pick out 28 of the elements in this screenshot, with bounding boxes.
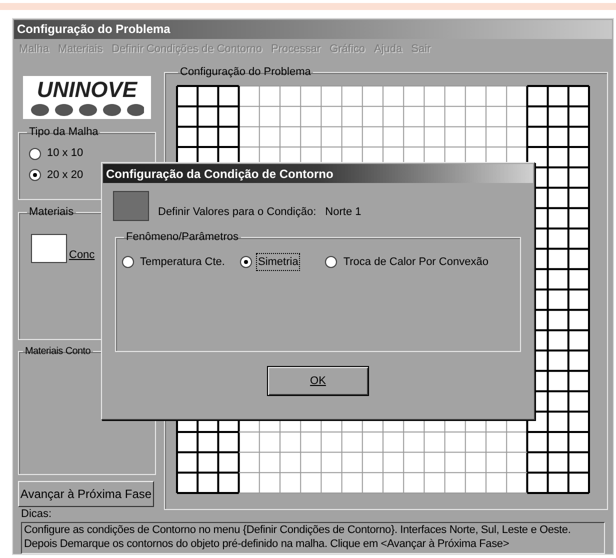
group-title: Fenômeno/Parâmetros bbox=[125, 230, 240, 245]
group-title: Materiais bbox=[28, 204, 75, 220]
hint-text: Depois Demarque os contornos do objeto pré-definido na malha. Clique em <Avançar à Próxima Fase> bbox=[24, 537, 510, 552]
group-title: Materiais Conto bbox=[24, 344, 92, 359]
condition-name: Norte 1 bbox=[325, 204, 362, 220]
radio-button[interactable] bbox=[29, 148, 41, 160]
group-title: Configuração do Problema bbox=[179, 64, 312, 80]
condition-color-swatch bbox=[113, 191, 149, 221]
dots-icon bbox=[30, 104, 144, 116]
radio-option[interactable]: 10 x 10 bbox=[29, 145, 149, 162]
hint-text: Configure as condições de Contorno no menu {Definir Condições de Contorno}. Interfaces Norte, Sul, Leste e Oeste. bbox=[24, 523, 572, 538]
hints-label: Dicas: bbox=[20, 508, 53, 522]
group-title: Tipo da Malha bbox=[28, 124, 100, 140]
radio-option[interactable]: Simetria bbox=[240, 254, 300, 270]
radio-button[interactable] bbox=[325, 256, 338, 268]
dialog-title: Configuração da Condição de Contorno bbox=[106, 166, 334, 182]
material-label[interactable]: Conc bbox=[69, 246, 95, 264]
radio-button[interactable] bbox=[29, 169, 41, 182]
radio-option[interactable]: Temperatura Cte. bbox=[122, 254, 226, 270]
radio-button[interactable] bbox=[240, 256, 252, 268]
condition-prompt: Definir Valores para o Condição: bbox=[158, 204, 316, 220]
logo-text: UNINOVE bbox=[36, 78, 138, 101]
ok-button[interactable]: OK bbox=[267, 366, 369, 396]
radio-option[interactable]: Troca de Calor Por Convexão bbox=[325, 254, 490, 270]
material-swatch[interactable] bbox=[31, 234, 67, 264]
window-title: Configuração do Problema bbox=[17, 21, 170, 38]
radio-button[interactable] bbox=[122, 256, 134, 268]
advance-button[interactable]: Avançar à Próxima Fase bbox=[18, 480, 154, 507]
